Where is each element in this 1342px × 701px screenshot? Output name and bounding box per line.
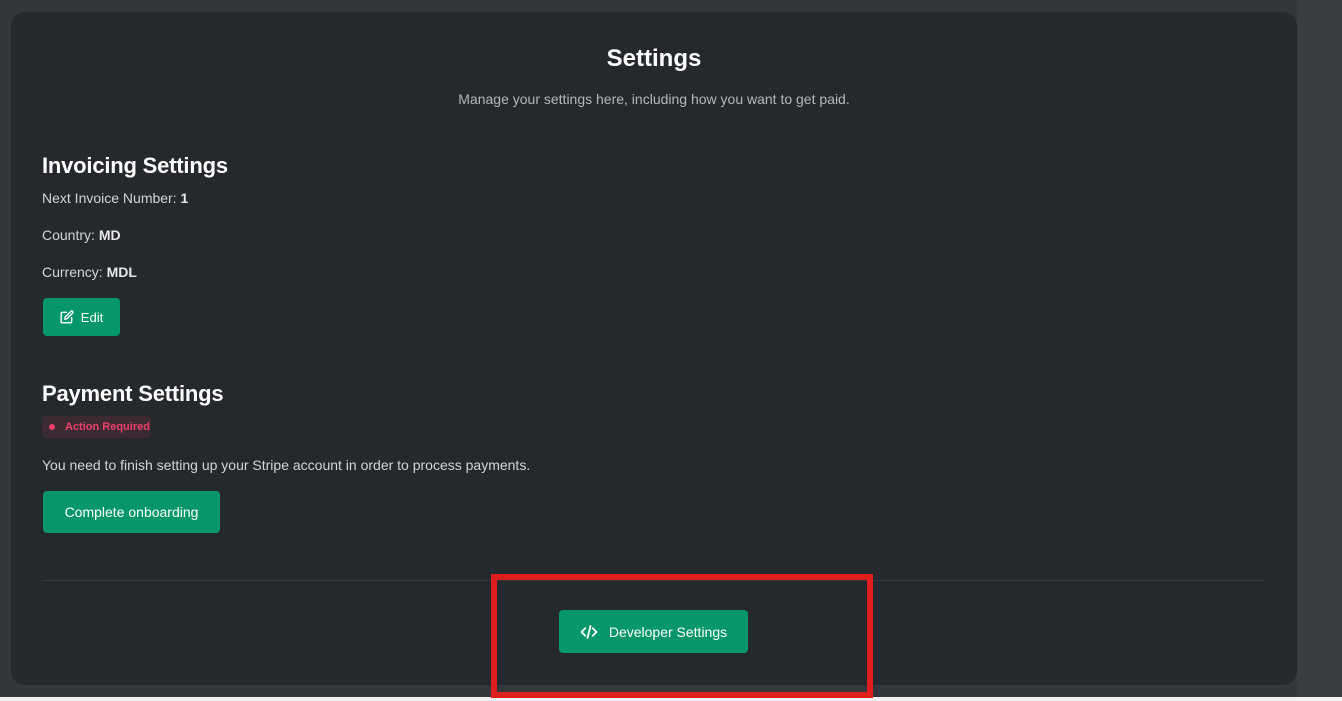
currency-row: Currency: MDL: [42, 264, 137, 280]
status-badge-label: Action Required: [65, 421, 150, 433]
payment-heading: Payment Settings: [42, 381, 224, 406]
next-invoice-label: Next Invoice Number:: [42, 190, 177, 206]
payment-message: You need to finish setting up your Strip…: [42, 457, 531, 473]
invoicing-heading: Invoicing Settings: [42, 153, 228, 178]
country-row: Country: MD: [42, 227, 121, 243]
complete-onboarding-label: Complete onboarding: [64, 504, 199, 520]
edit-button-label: Edit: [80, 309, 104, 325]
page-title: Settings: [606, 45, 702, 72]
next-invoice-row: Next Invoice Number: 1: [42, 190, 188, 206]
page-subtitle: Manage your settings here, including how…: [458, 91, 850, 107]
highlight-box: [491, 574, 873, 698]
edit-icon: [60, 310, 74, 324]
status-dot-icon: [49, 424, 55, 430]
scrollbar-track[interactable]: [1297, 0, 1342, 697]
page: Settings Manage your settings here, incl…: [0, 0, 1342, 701]
status-badge: Action Required: [42, 416, 151, 438]
next-invoice-value: 1: [180, 190, 189, 206]
currency-label: Currency:: [42, 264, 103, 280]
country-label: Country:: [42, 227, 95, 243]
currency-value: MDL: [106, 264, 137, 280]
complete-onboarding-button[interactable]: Complete onboarding: [43, 491, 220, 533]
edit-button[interactable]: Edit: [43, 298, 120, 336]
country-value: MD: [98, 227, 121, 243]
